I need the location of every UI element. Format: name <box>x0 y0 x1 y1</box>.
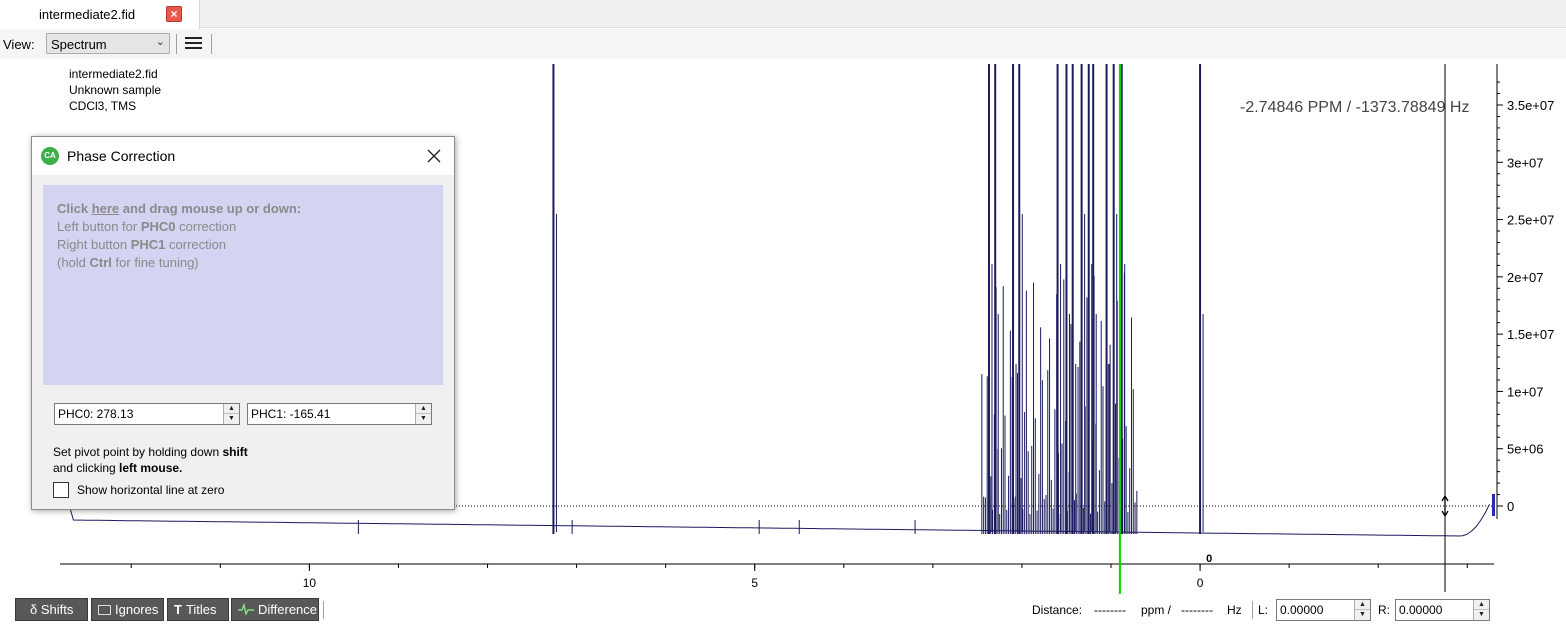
document-tab-bar: intermediate2.fid × <box>0 0 1566 29</box>
distance-label: Distance: <box>1032 603 1083 617</box>
view-select[interactable]: Spectrum ⌄ <box>46 33 170 54</box>
toolbar-separator <box>211 34 212 54</box>
phc1-spinbox[interactable]: PHC1: -165.41 ▲ ▼ <box>247 403 432 425</box>
x-tick-label: 5 <box>751 576 758 590</box>
y-tick-label: 0 <box>1507 499 1514 514</box>
view-select-value: Spectrum <box>51 37 107 52</box>
dialog-titlebar[interactable]: CA Phase Correction <box>32 137 454 175</box>
distance-ppm-value: -------- <box>1094 603 1126 617</box>
arrow-up-icon[interactable]: ▲ <box>224 404 239 414</box>
left-limit-spinbox[interactable]: 0.00000 ▲ ▼ <box>1276 599 1371 621</box>
view-label: View: <box>3 37 35 52</box>
phc0-spinbox[interactable]: PHC0: 278.13 ▲ ▼ <box>54 403 240 425</box>
chevron-down-icon: ⌄ <box>155 36 165 48</box>
right-limit-stepper[interactable]: ▲ ▼ <box>1473 600 1489 620</box>
bottom-toolbar: δ Shifts Ignores T Titles Difference Dist… <box>0 597 1566 624</box>
arrow-up-icon[interactable]: ▲ <box>1355 600 1370 610</box>
spectrum-info: intermediate2.fid Unknown sample CDCl3, … <box>69 66 161 114</box>
ignores-button[interactable]: Ignores <box>91 598 164 621</box>
zero-line-label: Show horizontal line at zero <box>77 483 225 497</box>
left-limit-label: L: <box>1258 603 1269 617</box>
dialog-title: Phase Correction <box>67 148 176 164</box>
drag-left-instruction: Left button for PHC0 correction <box>57 219 237 234</box>
resize-vertical-icon <box>1441 494 1449 518</box>
bottom-separator <box>323 601 324 619</box>
left-limit-value: 0.00000 <box>1280 603 1324 617</box>
shifts-button[interactable]: δ Shifts <box>15 598 88 621</box>
right-limit-spinbox[interactable]: 0.00000 ▲ ▼ <box>1395 599 1490 621</box>
arrow-down-icon[interactable]: ▼ <box>1355 610 1370 620</box>
hamburger-menu-icon[interactable] <box>183 35 205 53</box>
drag-right-instruction: Right button PHC1 correction <box>57 237 227 252</box>
distance-hz-unit: Hz <box>1227 603 1242 617</box>
y-tick-label: 3.5e+07 <box>1507 98 1554 113</box>
y-tick-label: 2e+07 <box>1507 270 1544 285</box>
document-tab-label: intermediate2.fid <box>39 7 136 22</box>
y-tick-label: 2.5e+07 <box>1507 213 1554 228</box>
pivot-instruction: Set pivot point by holding down shift an… <box>53 445 248 475</box>
spectrum-sample: Unknown sample <box>69 83 162 97</box>
phc1-stepper[interactable]: ▲ ▼ <box>415 404 431 424</box>
arrow-down-icon[interactable]: ▼ <box>224 414 239 424</box>
x-tick-label: 0 <box>1197 576 1204 590</box>
drag-fine-instruction: (hold Ctrl for fine tuning) <box>57 255 199 270</box>
toolbar: View: Spectrum ⌄ <box>0 29 1566 59</box>
right-limit-label: R: <box>1378 603 1390 617</box>
phase-drag-area[interactable]: Click here and drag mouse up or down: Le… <box>43 185 443 385</box>
difference-button[interactable]: Difference <box>231 598 319 621</box>
distance-hz-value: -------- <box>1181 603 1213 617</box>
difference-icon <box>238 603 254 615</box>
phc0-stepper[interactable]: ▲ ▼ <box>223 404 239 424</box>
cursor-readout: -2.74846 PPM / -1373.78849 Hz <box>1240 99 1470 116</box>
y-tick-label: 3e+07 <box>1507 155 1544 170</box>
y-tick-label: 5e+06 <box>1507 442 1544 457</box>
drag-here-link[interactable]: here <box>92 201 119 216</box>
title-icon: T <box>174 602 182 617</box>
document-tab[interactable]: intermediate2.fid × <box>0 0 200 29</box>
arrow-up-icon[interactable]: ▲ <box>416 404 431 414</box>
toolbar-separator <box>176 34 177 54</box>
distance-ppm-unit: ppm / <box>1141 603 1172 617</box>
phc1-value: PHC1: -165.41 <box>251 407 331 421</box>
close-icon[interactable] <box>424 146 444 166</box>
left-limit-stepper[interactable]: ▲ ▼ <box>1354 600 1370 620</box>
right-limit-value: 0.00000 <box>1399 603 1443 617</box>
spectrum-solvent: CDCl3, TMS <box>69 99 137 113</box>
x-tick-label: 10 <box>303 576 317 590</box>
zero-line-checkbox[interactable] <box>53 482 69 498</box>
bottom-separator <box>1252 601 1253 619</box>
close-icon[interactable]: × <box>166 6 182 22</box>
phase-correction-dialog: CA Phase Correction Click here and drag … <box>31 136 455 510</box>
y-tick-label: 1e+07 <box>1507 384 1544 399</box>
phc0-value: PHC0: 278.13 <box>58 407 134 421</box>
drag-instruction: Click here and drag mouse up or down: <box>57 201 302 216</box>
titles-button[interactable]: T Titles <box>167 598 229 621</box>
ignore-region-icon <box>98 605 111 615</box>
mnova-window: intermediate2.fid × View: Spectrum ⌄ 10 5… <box>0 0 1566 624</box>
spectrum-edge-artifact <box>1492 494 1495 516</box>
spectrum-filename: intermediate2.fid <box>69 67 158 81</box>
arrow-up-icon[interactable]: ▲ <box>1474 600 1489 610</box>
y-tick-label: 1.5e+07 <box>1507 327 1554 342</box>
arrow-down-icon[interactable]: ▼ <box>416 414 431 424</box>
arrow-down-icon[interactable]: ▼ <box>1474 610 1489 620</box>
ca-app-icon: CA <box>41 147 59 165</box>
zero-marker-label: 0 <box>1206 553 1212 565</box>
